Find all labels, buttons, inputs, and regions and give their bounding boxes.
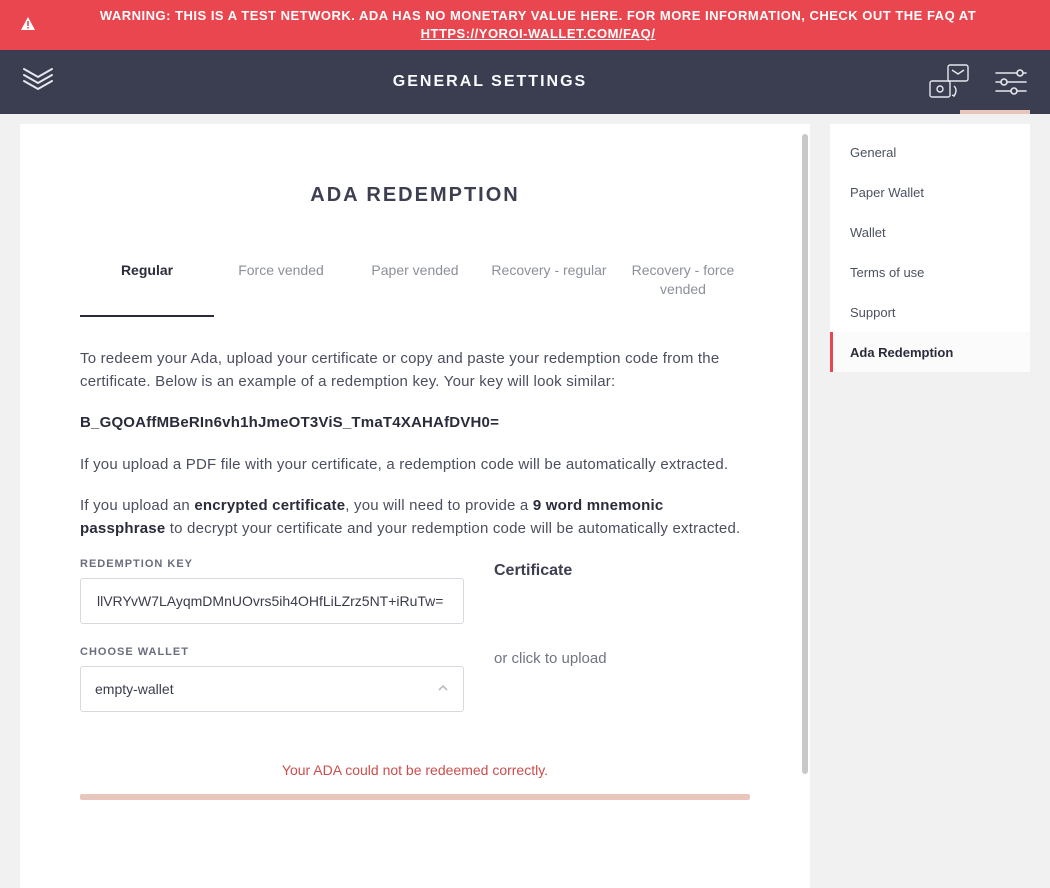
settings-sliders-icon[interactable] [994,67,1028,97]
instructions-text: To redeem your Ada, upload your certific… [80,347,750,541]
wallet-switch-icon[interactable] [926,62,972,102]
redemption-key-input[interactable] [95,592,449,610]
encrypted-certificate-bold: encrypted certificate [194,497,345,514]
settings-side-nav: General Paper Wallet Wallet Terms of use… [830,124,1030,372]
intro-paragraph-2: If you upload a PDF file with your certi… [80,453,750,476]
choose-wallet-select[interactable]: empty-wallet [80,666,464,712]
tab-label: Recovery - regular [491,262,606,278]
redemption-key-label: REDEMPTION KEY [80,558,464,570]
intro-paragraph-1: To redeem your Ada, upload your certific… [80,347,750,394]
sidenav-item-label: General [850,145,896,160]
ada-redemption-panel: ADA REDEMPTION Regular Force vended Pape… [20,124,810,888]
sidenav-item-label: Support [850,305,896,320]
tab-label: Regular [121,262,173,278]
redemption-error-message: Your ADA could not be redeemed correctly… [80,762,750,778]
certificate-section-title: Certificate [494,562,750,580]
tab-paper-vended[interactable]: Paper vended [348,247,482,317]
warning-text: WARNING: THIS IS A TEST NETWORK. ADA HAS… [100,8,976,23]
redemption-type-tabs: Regular Force vended Paper vended Recove… [80,247,750,317]
sidenav-item-label: Paper Wallet [850,185,924,200]
tab-label: Recovery - force vended [632,262,735,297]
text-fragment: If you upload an [80,497,194,514]
tab-label: Force vended [238,262,324,278]
sidenav-item-wallet[interactable]: Wallet [830,212,1030,252]
panel-title: ADA REDEMPTION [80,184,750,207]
scrollbar-thumb[interactable] [802,134,808,774]
tab-recovery-force-vended[interactable]: Recovery - force vended [616,247,750,317]
app-header: GENERAL SETTINGS [0,50,1050,114]
choose-wallet-label: CHOOSE WALLET [80,646,464,658]
scrollbar-track [800,124,810,888]
redemption-key-input-wrapper [80,578,464,624]
sidenav-item-label: Ada Redemption [850,345,953,360]
certificate-upload-dropzone[interactable]: or click to upload [494,650,750,667]
choose-wallet-selected-value: empty-wallet [95,681,174,697]
tab-label: Paper vended [371,262,458,278]
intro-paragraph-3: If you upload an encrypted certificate, … [80,494,750,541]
tab-force-vended[interactable]: Force vended [214,247,348,317]
text-fragment: to decrypt your certificate and your red… [165,520,740,537]
settings-tab-indicator [960,110,1030,114]
chevron-up-icon [437,681,449,697]
sidenav-item-ada-redemption[interactable]: Ada Redemption [830,332,1030,372]
text-fragment: , you will need to provide a [345,497,533,514]
sidenav-item-label: Terms of use [850,265,924,280]
warning-faq-link[interactable]: HTTPS://YOROI-WALLET.COM/FAQ/ [421,26,656,41]
sidenav-item-general[interactable]: General [830,132,1030,172]
example-redemption-key: B_GQOAffMBeRIn6vh1hJmeOT3ViS_TmaT4XAHAfD… [80,411,750,434]
app-logo-icon[interactable] [22,65,54,99]
sidenav-item-support[interactable]: Support [830,292,1030,332]
sidenav-item-paper-wallet[interactable]: Paper Wallet [830,172,1030,212]
warning-triangle-icon [20,16,36,35]
header-title: GENERAL SETTINGS [393,73,587,91]
tab-recovery-regular[interactable]: Recovery - regular [482,247,616,317]
choose-wallet-field: CHOOSE WALLET empty-wallet [80,646,464,712]
tab-regular[interactable]: Regular [80,247,214,317]
testnet-warning-banner: WARNING: THIS IS A TEST NETWORK. ADA HAS… [0,0,1050,50]
submit-button[interactable] [80,794,750,800]
sidenav-item-label: Wallet [850,225,886,240]
sidenav-item-terms-of-use[interactable]: Terms of use [830,252,1030,292]
redemption-key-field: REDEMPTION KEY [80,558,464,624]
